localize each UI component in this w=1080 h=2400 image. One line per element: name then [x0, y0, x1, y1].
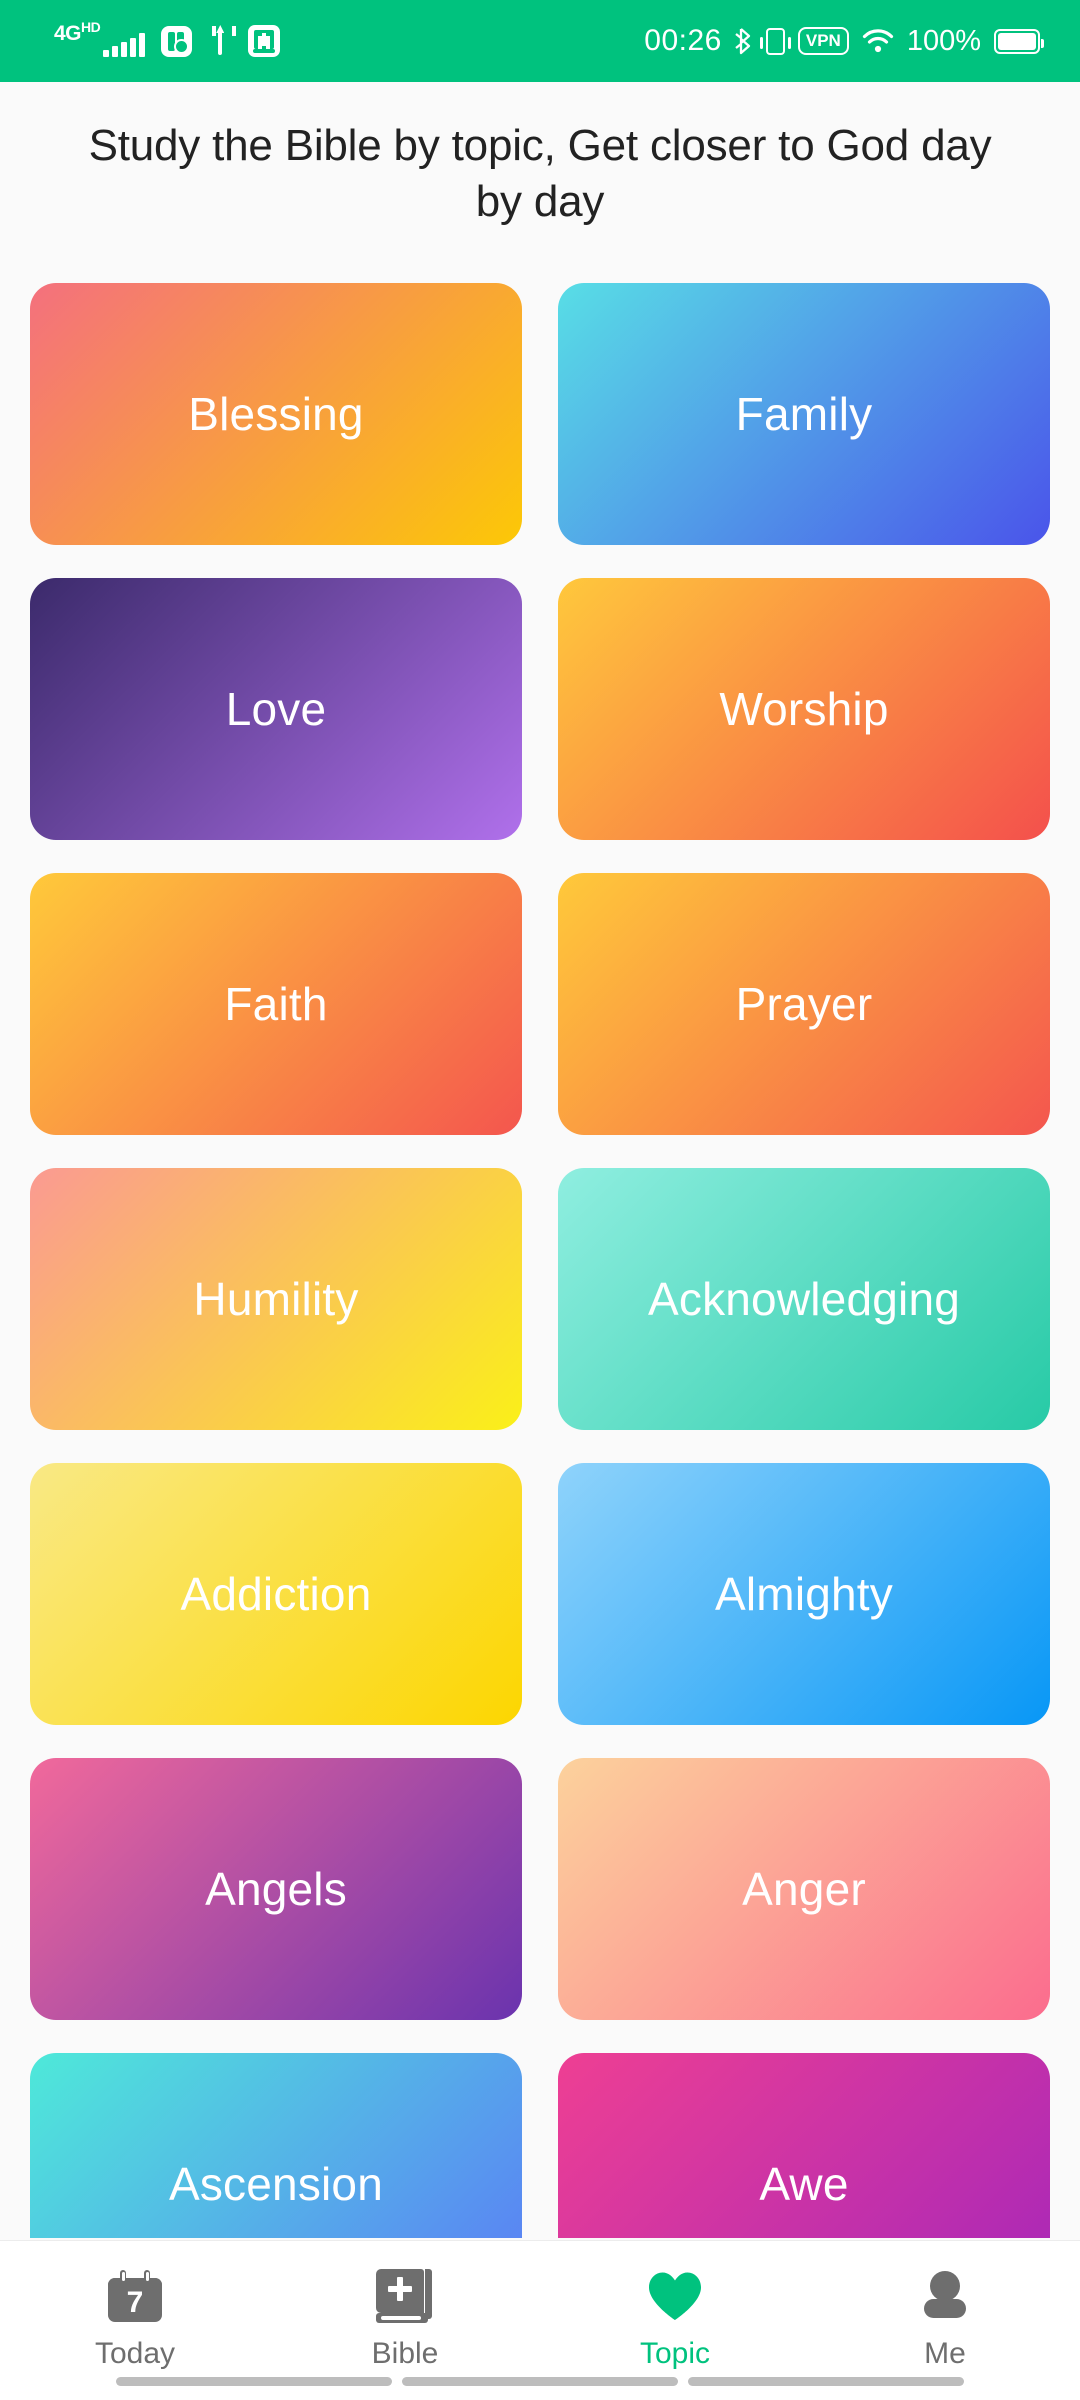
topic-card-label: Family: [735, 388, 873, 440]
topic-card-label: Almighty: [715, 1568, 893, 1620]
status-bar-left: 4GHD: [0, 20, 281, 57]
book-plus-icon: [374, 2265, 436, 2327]
topic-card-label: Acknowledging: [647, 1273, 961, 1325]
status-bar-right: 00:26 VPN 100%: [644, 26, 1080, 56]
nav-item-topic[interactable]: Topic: [540, 2265, 810, 2369]
battery-full-icon: [994, 28, 1044, 54]
nav-label-bible: Bible: [371, 2337, 439, 2370]
nav-label-me: Me: [924, 2337, 966, 2370]
topic-card[interactable]: Family: [558, 283, 1050, 545]
gesture-navigation-bar[interactable]: [0, 2377, 1080, 2386]
app-settings-badge-icon: [161, 26, 193, 57]
topic-card[interactable]: Addiction: [30, 1463, 522, 1725]
topic-card[interactable]: Faith: [30, 873, 522, 1135]
topic-card-label: Blessing: [188, 388, 364, 440]
gesture-segment-left[interactable]: [116, 2377, 392, 2386]
topic-card[interactable]: Love: [30, 578, 522, 840]
topic-card-label: Love: [225, 683, 327, 735]
bottom-navigation-bar: 7 Today Bible Topic Me: [0, 2240, 1080, 2400]
status-clock: 00:26: [644, 24, 722, 57]
topic-card-label: Prayer: [735, 978, 873, 1030]
bluetooth-icon: [735, 27, 753, 55]
status-bar: 4GHD 00:26 VPN 100%: [0, 0, 1080, 82]
topic-card[interactable]: Ascension: [30, 2053, 522, 2238]
signal-bars-icon: 4GHD: [54, 20, 146, 57]
topic-card-label: Humility: [193, 1273, 359, 1325]
topic-card[interactable]: Blessing: [30, 283, 522, 545]
bible-app-icon: [248, 25, 281, 57]
network-type-label: 4G: [54, 22, 82, 45]
gesture-segment-center[interactable]: [402, 2377, 678, 2386]
heart-icon: [644, 2265, 706, 2327]
nav-item-me[interactable]: Me: [810, 2265, 1080, 2369]
topic-card-label: Ascension: [168, 2158, 384, 2210]
topic-card-label: Anger: [742, 1863, 866, 1915]
battery-percent-label: 100%: [906, 24, 981, 57]
page-title: Study the Bible by topic, Get closer to …: [88, 121, 992, 227]
topic-card[interactable]: Almighty: [558, 1463, 1050, 1725]
vibrate-icon: [759, 27, 791, 55]
calendar-day-number: 7: [126, 2286, 144, 2319]
topic-card[interactable]: Humility: [30, 1168, 522, 1430]
nav-item-bible[interactable]: Bible: [270, 2265, 540, 2369]
usb-icon: [208, 25, 232, 57]
topic-card-label: Worship: [719, 683, 889, 735]
topic-card[interactable]: Anger: [558, 1758, 1050, 2020]
topic-card[interactable]: Prayer: [558, 873, 1050, 1135]
network-hd-label: HD: [81, 19, 101, 35]
nav-item-today[interactable]: 7 Today: [0, 2265, 270, 2369]
topic-card[interactable]: Angels: [30, 1758, 522, 2020]
nav-label-today: Today: [94, 2337, 176, 2370]
phone-screen: 4GHD 00:26 VPN 100% Study the Bible by t…: [0, 0, 1080, 2400]
topic-card[interactable]: Acknowledging: [558, 1168, 1050, 1430]
vpn-badge: VPN: [797, 27, 849, 55]
nav-label-topic: Topic: [639, 2337, 711, 2370]
gesture-segment-right[interactable]: [688, 2377, 964, 2386]
calendar-icon: 7: [104, 2265, 166, 2327]
topic-card[interactable]: Awe: [558, 2053, 1050, 2238]
person-icon: [914, 2265, 976, 2327]
topic-grid: Blessing Family Love Worship Faith Prayer Humi…: [30, 283, 1050, 2238]
topic-card-label: Angels: [205, 1863, 347, 1915]
topic-card-label: Addiction: [180, 1568, 372, 1620]
topic-card[interactable]: Worship: [558, 578, 1050, 840]
topic-card-label: Faith: [224, 978, 328, 1030]
topic-card-label: Awe: [759, 2158, 849, 2210]
wifi-icon: [862, 29, 894, 53]
